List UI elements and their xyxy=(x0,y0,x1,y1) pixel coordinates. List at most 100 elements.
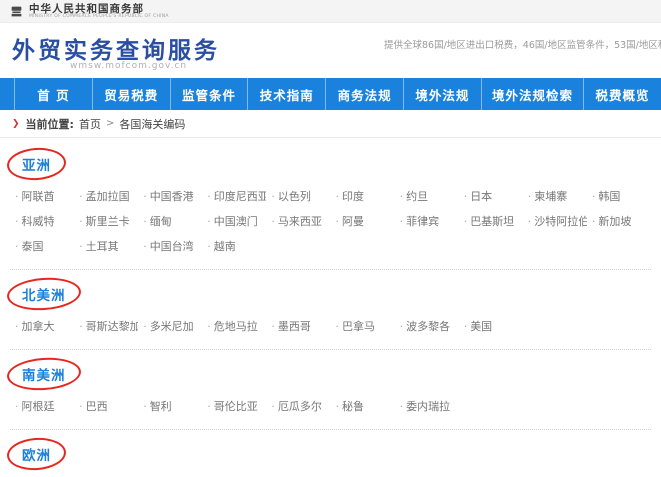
country-link[interactable]: ·墨西哥 xyxy=(266,314,330,339)
country-label: 秘鲁 xyxy=(342,400,364,413)
nav-tab-0[interactable]: 首 页 xyxy=(14,78,92,110)
country-grid: ·阿根廷·巴西·智利·哥伦比亚·厄瓜多尔·秘鲁·委内瑞拉 xyxy=(10,394,651,419)
country-link[interactable]: ·厄瓜多尔 xyxy=(266,394,330,419)
bullet-dot: · xyxy=(592,190,596,203)
bullet-dot: · xyxy=(592,215,596,228)
country-link[interactable]: ·科威特 xyxy=(10,209,74,234)
country-grid: ·加拿大·哥斯达黎加·多米尼加·危地马拉·墨西哥·巴拿马·波多黎各·美国 xyxy=(10,314,651,339)
bullet-dot: · xyxy=(79,400,83,413)
country-label: 柬埔寨 xyxy=(534,190,567,203)
country-link[interactable]: ·泰国 xyxy=(10,234,74,259)
site-logo-title[interactable]: 外贸实务查询服务 xyxy=(12,31,220,65)
country-link[interactable]: ·多米尼加 xyxy=(138,314,202,339)
country-link[interactable]: ·印度 xyxy=(330,184,394,209)
country-link[interactable]: ·阿曼 xyxy=(330,209,394,234)
bullet-dot: · xyxy=(271,190,275,203)
nav-tab-5[interactable]: 境外法规 xyxy=(403,78,481,110)
country-link[interactable]: ·秘鲁 xyxy=(330,394,394,419)
country-label: 日本 xyxy=(470,190,492,203)
breadcrumb-current: 各国海关编码 xyxy=(119,116,185,132)
country-link[interactable]: ·柬埔寨 xyxy=(523,184,587,209)
country-label: 哥伦比亚 xyxy=(214,400,258,413)
country-label: 哥斯达黎加 xyxy=(86,320,139,333)
country-link[interactable]: ·阿联酋 xyxy=(10,184,74,209)
bullet-dot: · xyxy=(335,320,339,333)
bullet-dot: · xyxy=(528,215,532,228)
country-link[interactable]: ·土耳其 xyxy=(74,234,138,259)
country-link[interactable]: ·委内瑞拉 xyxy=(395,394,459,419)
country-link[interactable]: ·美国 xyxy=(459,314,523,339)
country-label: 厄瓜多尔 xyxy=(278,400,322,413)
bullet-dot: · xyxy=(335,400,339,413)
country-link[interactable]: ·越南 xyxy=(202,234,266,259)
country-link[interactable]: ·马来西亚 xyxy=(266,209,330,234)
country-label: 中国澳门 xyxy=(214,215,258,228)
country-link[interactable]: ·巴西 xyxy=(74,394,138,419)
country-label: 巴基斯坦 xyxy=(470,215,514,228)
breadcrumb-home-link[interactable]: 首页 xyxy=(79,116,101,132)
bullet-dot: · xyxy=(207,240,211,253)
bullet-dot: · xyxy=(271,320,275,333)
bullet-dot: · xyxy=(207,190,211,203)
nav-tab-1[interactable]: 贸易税费 xyxy=(92,78,170,110)
country-link[interactable]: ·危地马拉 xyxy=(202,314,266,339)
country-link[interactable]: ·菲律宾 xyxy=(395,209,459,234)
country-link[interactable]: ·哥斯达黎加 xyxy=(74,314,138,339)
bullet-dot: · xyxy=(207,215,211,228)
bullet-dot: · xyxy=(143,240,147,253)
nav-tab-6[interactable]: 境外法规检索 xyxy=(481,78,583,110)
country-label: 巴西 xyxy=(86,400,108,413)
country-link[interactable]: ·阿根廷 xyxy=(10,394,74,419)
country-label: 印度 xyxy=(342,190,364,203)
country-link[interactable]: ·沙特阿拉伯 xyxy=(523,209,587,234)
country-link[interactable]: ·中国澳门 xyxy=(202,209,266,234)
country-link[interactable]: ·韩国 xyxy=(587,184,651,209)
country-label: 沙特阿拉伯 xyxy=(534,215,587,228)
country-label: 以色列 xyxy=(278,190,311,203)
site-header: 外贸实务查询服务 wmsw.mofcom.gov.cn 提供全球86国/地区进出… xyxy=(0,23,661,78)
country-link[interactable]: ·日本 xyxy=(459,184,523,209)
country-label: 阿联酋 xyxy=(22,190,55,203)
bullet-dot: · xyxy=(400,190,404,203)
bullet-dot: · xyxy=(15,190,19,203)
country-link[interactable]: ·中国台湾 xyxy=(138,234,202,259)
bullet-dot: · xyxy=(464,215,468,228)
country-label: 约旦 xyxy=(406,190,428,203)
nav-tab-4[interactable]: 商务法规 xyxy=(325,78,403,110)
main-nav: 首 页贸易税费监管条件技术指南商务法规境外法规境外法规检索税费概览 xyxy=(0,78,661,110)
country-link[interactable]: ·哥伦比亚 xyxy=(202,394,266,419)
country-label: 委内瑞拉 xyxy=(406,400,450,413)
country-label: 科威特 xyxy=(22,215,55,228)
country-link[interactable]: ·以色列 xyxy=(266,184,330,209)
country-link[interactable]: ·印度尼西亚 xyxy=(202,184,266,209)
country-link[interactable]: ·斯里兰卡 xyxy=(74,209,138,234)
bullet-dot: · xyxy=(400,320,404,333)
country-link[interactable]: ·中国香港 xyxy=(138,184,202,209)
nav-tab-7[interactable]: 税费概览 xyxy=(583,78,661,110)
nav-tab-2[interactable]: 监管条件 xyxy=(170,78,248,110)
nav-tab-3[interactable]: 技术指南 xyxy=(247,78,325,110)
country-link[interactable]: ·约旦 xyxy=(395,184,459,209)
country-label: 越南 xyxy=(214,240,236,253)
country-link[interactable]: ·缅甸 xyxy=(138,209,202,234)
continent-section: 欧洲·奥地利·比利时·保加利亚·瑞士·捷克·德国·丹麦·爱沙尼亚·西班牙·芬兰·… xyxy=(10,430,651,477)
country-link[interactable]: ·波多黎各 xyxy=(395,314,459,339)
bullet-dot: · xyxy=(79,215,83,228)
country-link[interactable]: ·加拿大 xyxy=(10,314,74,339)
country-link[interactable]: ·巴基斯坦 xyxy=(459,209,523,234)
country-grid: ·阿联酋·孟加拉国·中国香港·印度尼西亚·以色列·印度·约旦·日本·柬埔寨·韩国… xyxy=(10,184,651,259)
country-label: 泰国 xyxy=(22,240,44,253)
country-link[interactable]: ·巴拿马 xyxy=(330,314,394,339)
bullet-dot: · xyxy=(79,190,83,203)
country-label: 中国香港 xyxy=(150,190,194,203)
bullet-dot: · xyxy=(143,400,147,413)
country-label: 斯里兰卡 xyxy=(86,215,130,228)
country-link[interactable]: ·智利 xyxy=(138,394,202,419)
country-label: 智利 xyxy=(150,400,172,413)
country-link[interactable]: ·孟加拉国 xyxy=(74,184,138,209)
bullet-dot: · xyxy=(15,240,19,253)
country-link[interactable]: ·新加坡 xyxy=(587,209,651,234)
country-label: 土耳其 xyxy=(86,240,119,253)
country-label: 马来西亚 xyxy=(278,215,322,228)
country-label: 新加坡 xyxy=(598,215,631,228)
